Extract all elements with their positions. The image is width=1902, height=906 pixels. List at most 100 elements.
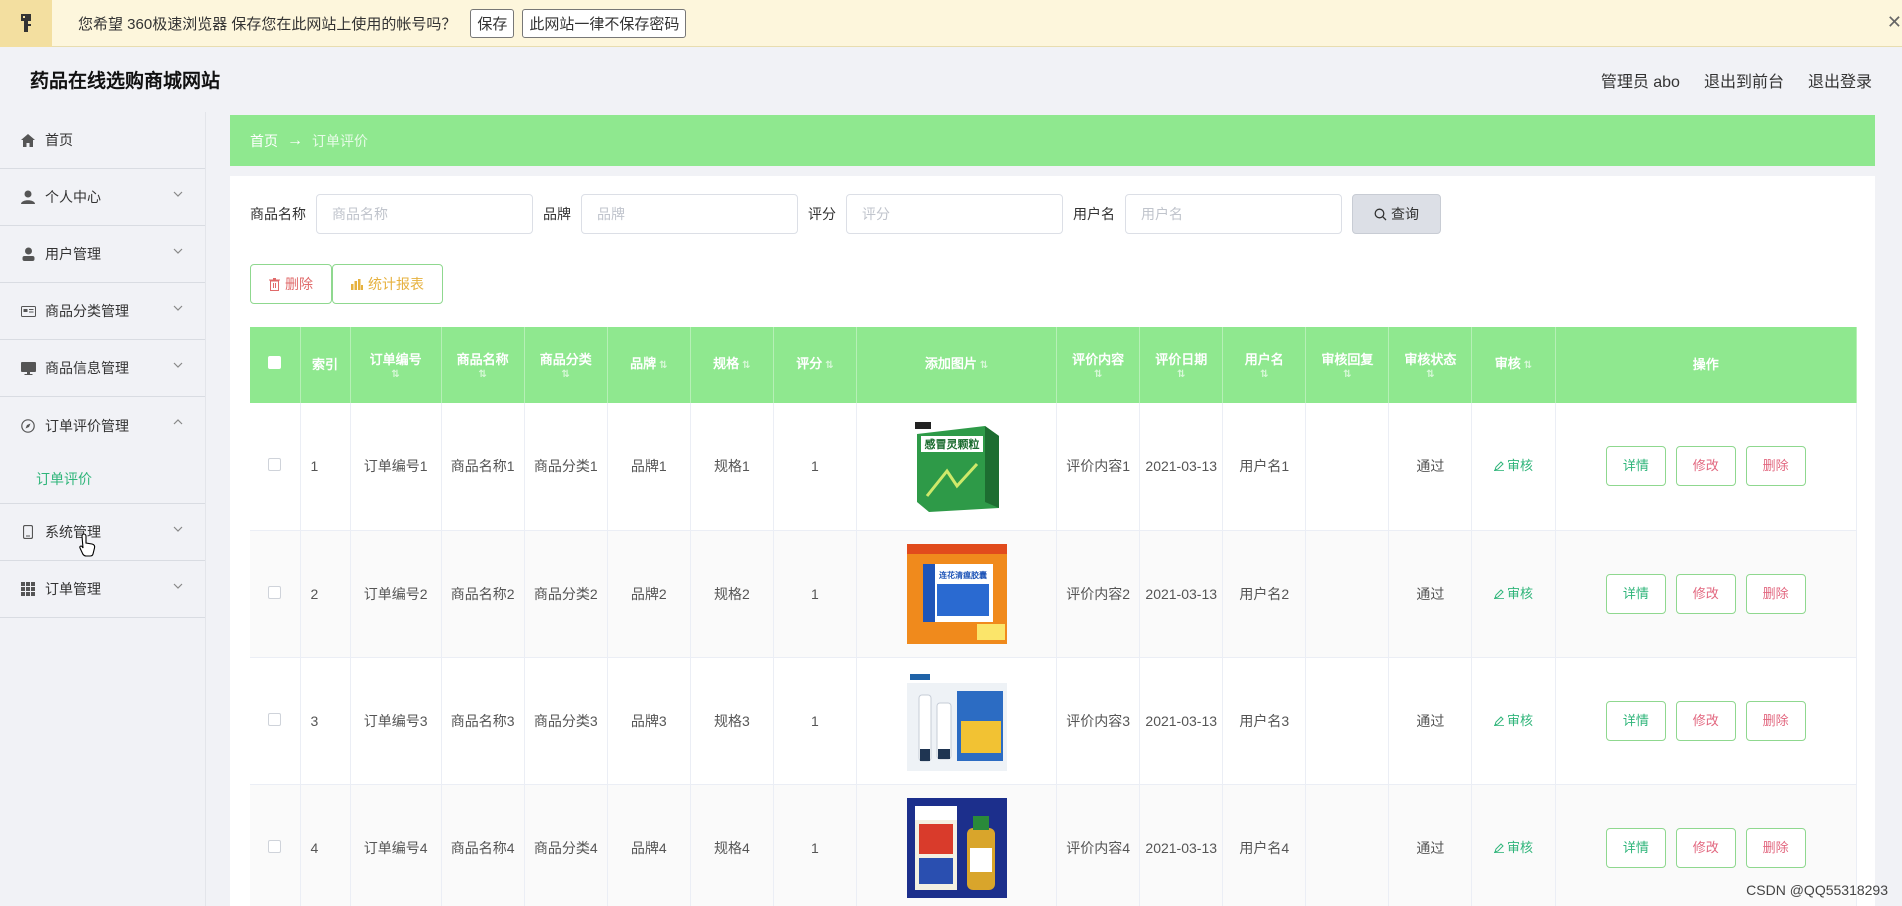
row-checkbox[interactable] [268,712,282,726]
sort-icon[interactable]: ⇅ [825,360,833,371]
sidebar-item-home[interactable]: 首页 [0,112,205,169]
sidebar-item-category-management[interactable]: 商品分类管理 [0,283,205,340]
audit-link[interactable]: 审核 [1493,837,1533,859]
sort-icon[interactable]: ⇅ [1140,370,1222,380]
col-category[interactable]: 商品分类 [540,352,592,367]
watermark: CSDN @QQ55318293 [1746,882,1888,898]
score-input[interactable] [846,194,1063,234]
detail-button[interactable]: 详情 [1605,446,1666,487]
sort-icon[interactable]: ⇅ [1306,370,1388,380]
audit-link[interactable]: 审核 [1493,455,1533,477]
detail-button[interactable]: 详情 [1605,700,1666,741]
edit-button[interactable]: 修改 [1675,700,1736,741]
col-username[interactable]: 用户名 [1245,352,1284,367]
col-status[interactable]: 审核状态 [1404,352,1456,367]
sidebar-item-user-management[interactable]: 用户管理 [0,226,205,283]
sidebar-item-system-management[interactable]: 系统管理 [0,504,205,561]
product-image[interactable]: 感冒灵颗粒 [906,416,1007,517]
cell-brand: 品牌3 [607,657,691,785]
exit-to-front-link[interactable]: 退出到前台 [1704,68,1784,92]
product-name-input[interactable] [316,194,533,234]
query-button[interactable]: 查询 [1352,194,1441,234]
col-image[interactable]: 添加图片 [925,356,977,371]
breadcrumb-current: 订单评价 [312,132,368,149]
cell-date: 2021-03-13 [1139,657,1224,785]
sort-icon[interactable]: ⇅ [1223,370,1305,380]
col-brand[interactable]: 品牌 [630,356,656,371]
row-checkbox[interactable] [268,839,282,853]
cell-product-name: 商品名称4 [441,784,525,906]
sidebar-item-label: 商品分类管理 [45,303,129,319]
table-row: 3 订单编号3 商品名称3 商品分类3 品牌3 规格3 1 评价内容3 2021… [250,657,1857,785]
delete-button[interactable]: 删除 [1745,700,1806,741]
col-index: 索引 [312,357,339,372]
cell-content: 评价内容3 [1056,657,1141,785]
product-image[interactable] [906,797,1007,898]
col-content[interactable]: 评价内容 [1072,352,1124,367]
sidebar-item-product-management[interactable]: 商品信息管理 [0,340,205,397]
cell-date: 2021-03-13 [1139,784,1224,906]
sort-icon[interactable]: ⇅ [742,360,750,371]
product-image[interactable] [906,670,1007,771]
col-spec[interactable]: 规格 [713,356,739,371]
statistics-report-button[interactable]: 统计报表 [332,264,443,304]
sort-icon[interactable]: ⇅ [659,360,667,371]
never-save-button[interactable]: 此网站一律不保存密码 [522,8,687,38]
cell-content: 评价内容2 [1056,530,1141,658]
sort-icon[interactable]: ⇅ [1389,370,1471,380]
delete-button[interactable]: 删除 [1745,446,1806,487]
sidebar-subitem-order-review[interactable]: 订单评价 [0,454,205,504]
cell-reply [1305,657,1390,785]
detail-button[interactable]: 详情 [1605,827,1666,868]
sort-icon[interactable]: ⇅ [1057,370,1139,380]
cell-brand: 品牌1 [607,403,691,531]
detail-button[interactable]: 详情 [1605,573,1666,614]
col-order-no[interactable]: 订单编号 [370,352,422,367]
select-all-checkbox[interactable] [250,327,301,403]
logout-link[interactable]: 退出登录 [1808,68,1872,92]
cell-username: 用户名1 [1222,403,1307,531]
audit-label: 审核 [1506,839,1533,855]
sidebar-item-review-management[interactable]: 订单评价管理 [0,397,205,454]
col-audit[interactable]: 审核 [1495,356,1521,371]
col-reply[interactable]: 审核回复 [1321,352,1373,367]
sidebar-item-label: 首页 [45,132,73,148]
close-icon[interactable]: ✕ [1887,12,1902,33]
cell-status: 通过 [1388,403,1473,531]
cell-spec: 规格2 [690,530,774,658]
username-input[interactable] [1125,194,1342,234]
sort-icon[interactable]: ⇅ [525,370,607,380]
sidebar-item-order-management[interactable]: 订单管理 [0,561,205,618]
brand-input[interactable] [581,194,798,234]
edit-button[interactable]: 修改 [1675,446,1736,487]
delete-button[interactable]: 删除 [1745,573,1806,614]
product-name-label: 商品名称 [250,206,306,222]
breadcrumb-home-link[interactable]: 首页 [250,131,278,151]
sidebar-item-label: 商品信息管理 [45,360,129,376]
table-row: 1 订单编号1 商品名称1 商品分类1 品牌1 规格1 1 感冒灵颗粒 评价内容… [250,403,1857,531]
sort-icon[interactable]: ⇅ [980,360,988,371]
table-header-row: 索引 订单编号 ⇅ 商品名称 ⇅ 商品分类 ⇅ 品牌 ⇅ 规格 ⇅ 评分 ⇅ 添加图片 ⇅ 评… [250,327,1857,403]
row-checkbox[interactable] [268,585,282,599]
col-score[interactable]: 评分 [796,356,822,371]
edit-button[interactable]: 修改 [1675,573,1736,614]
save-password-button[interactable]: 保存 [470,8,515,38]
cell-order-no: 订单编号1 [350,403,442,531]
col-date[interactable]: 评价日期 [1155,352,1207,367]
edit-button[interactable]: 修改 [1675,827,1736,868]
audit-link[interactable]: 审核 [1493,583,1533,605]
phone-icon [20,524,36,540]
row-checkbox[interactable] [268,458,282,472]
batch-delete-button[interactable]: 删除 [250,264,332,304]
review-table: 索引 订单编号 ⇅ 商品名称 ⇅ 商品分类 ⇅ 品牌 ⇅ 规格 ⇅ 评分 ⇅ 添加图片 ⇅ 评… [250,327,1857,906]
sort-icon[interactable]: ⇅ [442,370,524,380]
cell-spec: 规格3 [690,657,774,785]
delete-button[interactable]: 删除 [1745,827,1806,868]
product-image[interactable]: 连花清瘟胶囊 [906,543,1007,644]
sort-icon[interactable]: ⇅ [351,370,441,380]
audit-link[interactable]: 审核 [1493,710,1533,732]
main-content: 首页 → 订单评价 商品名称 品牌 评分 用户名 查询 删除 [230,115,1875,906]
sidebar-item-personal-center[interactable]: 个人中心 [0,169,205,226]
sort-icon[interactable]: ⇅ [1524,360,1532,371]
col-product-name[interactable]: 商品名称 [457,352,509,367]
